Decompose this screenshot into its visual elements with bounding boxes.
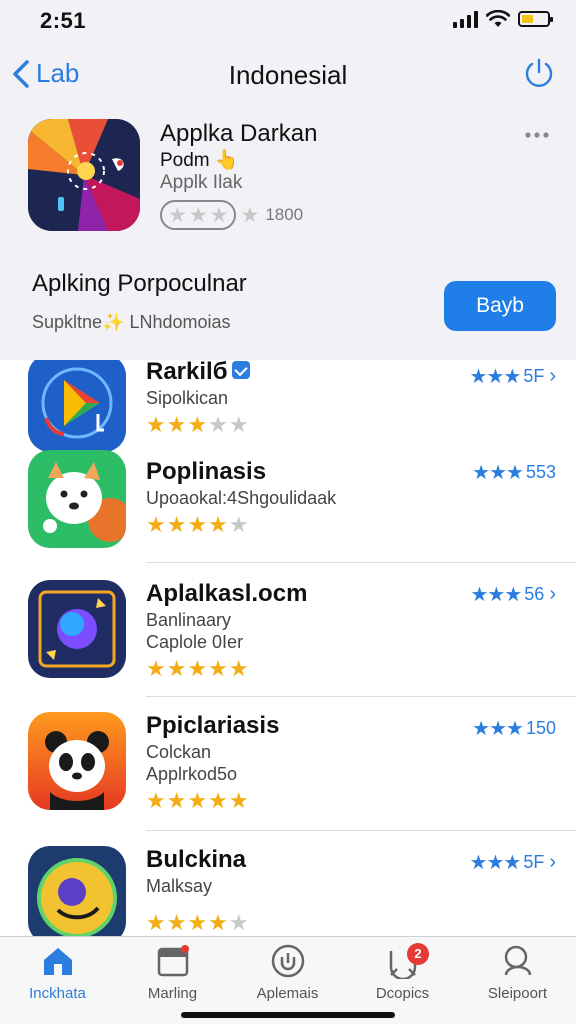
verified-icon [231, 360, 250, 379]
section-subtitle: Supkltne✨ LNhdomoias [32, 312, 231, 332]
status-time: 2:51 [40, 8, 87, 33]
app-stars: ★★★★★ [146, 656, 250, 681]
tab-bar: Inckhata Marling Aplemais 2 Dcopics Slei… [0, 936, 576, 1024]
star-icon: ★ [209, 203, 229, 227]
app-stars: ★★★★★ [146, 412, 250, 437]
section-title: Aplking Porpoculnar [32, 270, 247, 297]
calendar-icon [157, 945, 189, 977]
status-bar: 2:51 [0, 0, 576, 44]
rating-text: 5F [523, 366, 545, 386]
tab-home[interactable]: Inckhata [0, 943, 115, 1002]
battery-icon [518, 11, 553, 27]
app-list: Rarkilб Sipolkican ★★★★★ ★★★ 5F › Poplin… [0, 360, 576, 936]
rating-stars-icon: ★★★ [472, 462, 524, 484]
app-name: Rarkilб [146, 360, 250, 386]
list-item[interactable]: Rarkilб Sipolkican ★★★★★ ★★★ 5F › [0, 360, 576, 452]
list-item[interactable]: Aplalkasl.ocm Banlinaary Caplole 0Ier ★★… [0, 562, 576, 697]
app-developer: Caplole 0Ier [146, 632, 244, 652]
app-name: Aplalkasl.ocm [146, 580, 308, 607]
row-rating: ★★★ 5F › [470, 850, 556, 875]
app-developer: Applrkod5o [146, 764, 238, 784]
chevron-right-icon: › [549, 583, 556, 605]
featured-app-developer: Applk Ilak [160, 172, 243, 193]
rating-text: 553 [525, 462, 556, 482]
list-item[interactable]: Ppiclariasis Colckan Applrkod5o ★★★★★ ★★… [0, 696, 576, 831]
lens-icon [28, 580, 126, 678]
apps-icon [271, 944, 304, 978]
search-icon [504, 945, 531, 976]
play-store-icon [28, 360, 126, 452]
rating-text: 150 [525, 718, 556, 738]
tab-label: Marling [147, 985, 198, 1002]
app-category: Upoaokal:4Shgoulidaak [146, 488, 337, 508]
featured-app-subtitle: Podm 👆 [160, 150, 239, 171]
dog-icon [28, 450, 126, 548]
app-category: Colckan [146, 742, 212, 762]
header: Lab Indonesial Applka Darkan Podm 👆 Appl… [0, 44, 576, 360]
panda-icon [28, 712, 126, 810]
tab-label: Sleipoort [487, 985, 548, 1002]
rating-pill: ★ ★ ★ [160, 200, 237, 230]
status-icons [453, 10, 553, 28]
art-burst-icon [28, 119, 140, 231]
rating-stars-icon: ★★★ [469, 366, 522, 388]
rating-text: 56 [524, 584, 545, 604]
featured-rating-count: 1800 [265, 205, 304, 224]
list-item[interactable]: Bulckina Malksay ★★★★★ ★★★ 5F › [0, 830, 576, 936]
row-rating: ★★★ 553 [472, 460, 556, 485]
notification-badge: 2 [407, 943, 429, 965]
tab-marling[interactable]: Marling [115, 943, 230, 1002]
app-stars: ★★★★★ [146, 910, 250, 935]
home-indicator[interactable] [181, 1012, 395, 1018]
tab-search[interactable]: Sleipoort [460, 943, 575, 1002]
more-icon[interactable] [524, 130, 550, 140]
tab-label: Inckhata [29, 985, 86, 1002]
tab-label: Aplemais [256, 985, 319, 1002]
tab-label: Dcopics [375, 985, 430, 1002]
row-rating: ★★★ 150 [472, 716, 556, 741]
featured-rating: ★ ★ ★ ★ 1800 [160, 200, 303, 230]
star-icon: ★ [188, 203, 208, 227]
app-category: Banlinaary [146, 610, 232, 630]
rating-stars-icon: ★★★ [469, 852, 522, 874]
get-button[interactable]: Bayb [444, 281, 556, 331]
star-icon: ★ [168, 203, 187, 227]
rating-stars-icon: ★★★ [470, 584, 523, 606]
planet-icon [28, 846, 126, 936]
chevron-right-icon: › [549, 365, 556, 387]
power-icon[interactable] [522, 56, 556, 90]
wifi-icon [486, 10, 510, 27]
chevron-right-icon: › [549, 851, 556, 873]
featured-app-name[interactable]: Applka Darkan [160, 120, 317, 148]
star-icon: ★ [240, 203, 260, 227]
tab-topics[interactable]: 2 Dcopics [345, 943, 460, 1002]
app-category: Malksay [146, 876, 213, 896]
row-rating: ★★★ 5F › [470, 364, 556, 389]
rating-stars-icon: ★★★ [472, 718, 524, 740]
rating-text: 5F [523, 852, 545, 872]
list-item[interactable]: Poplinasis Upoaokal:4Shgoulidaak ★★★★★ ★… [0, 450, 576, 563]
app-stars: ★★★★★ [146, 512, 250, 537]
featured-app-icon[interactable] [28, 119, 140, 231]
app-name: Bulckina [146, 846, 247, 873]
page-title: Indonesial [228, 60, 348, 90]
app-name: Poplinasis [146, 458, 267, 485]
home-icon [43, 948, 72, 975]
app-category: Sipolkican [146, 388, 229, 408]
app-name: Ppiclariasis [146, 712, 280, 739]
signal-icon [453, 10, 478, 28]
row-rating: ★★★ 56 › [471, 582, 557, 607]
app-stars: ★★★★★ [146, 788, 250, 813]
tab-apps[interactable]: Aplemais [230, 943, 345, 1002]
